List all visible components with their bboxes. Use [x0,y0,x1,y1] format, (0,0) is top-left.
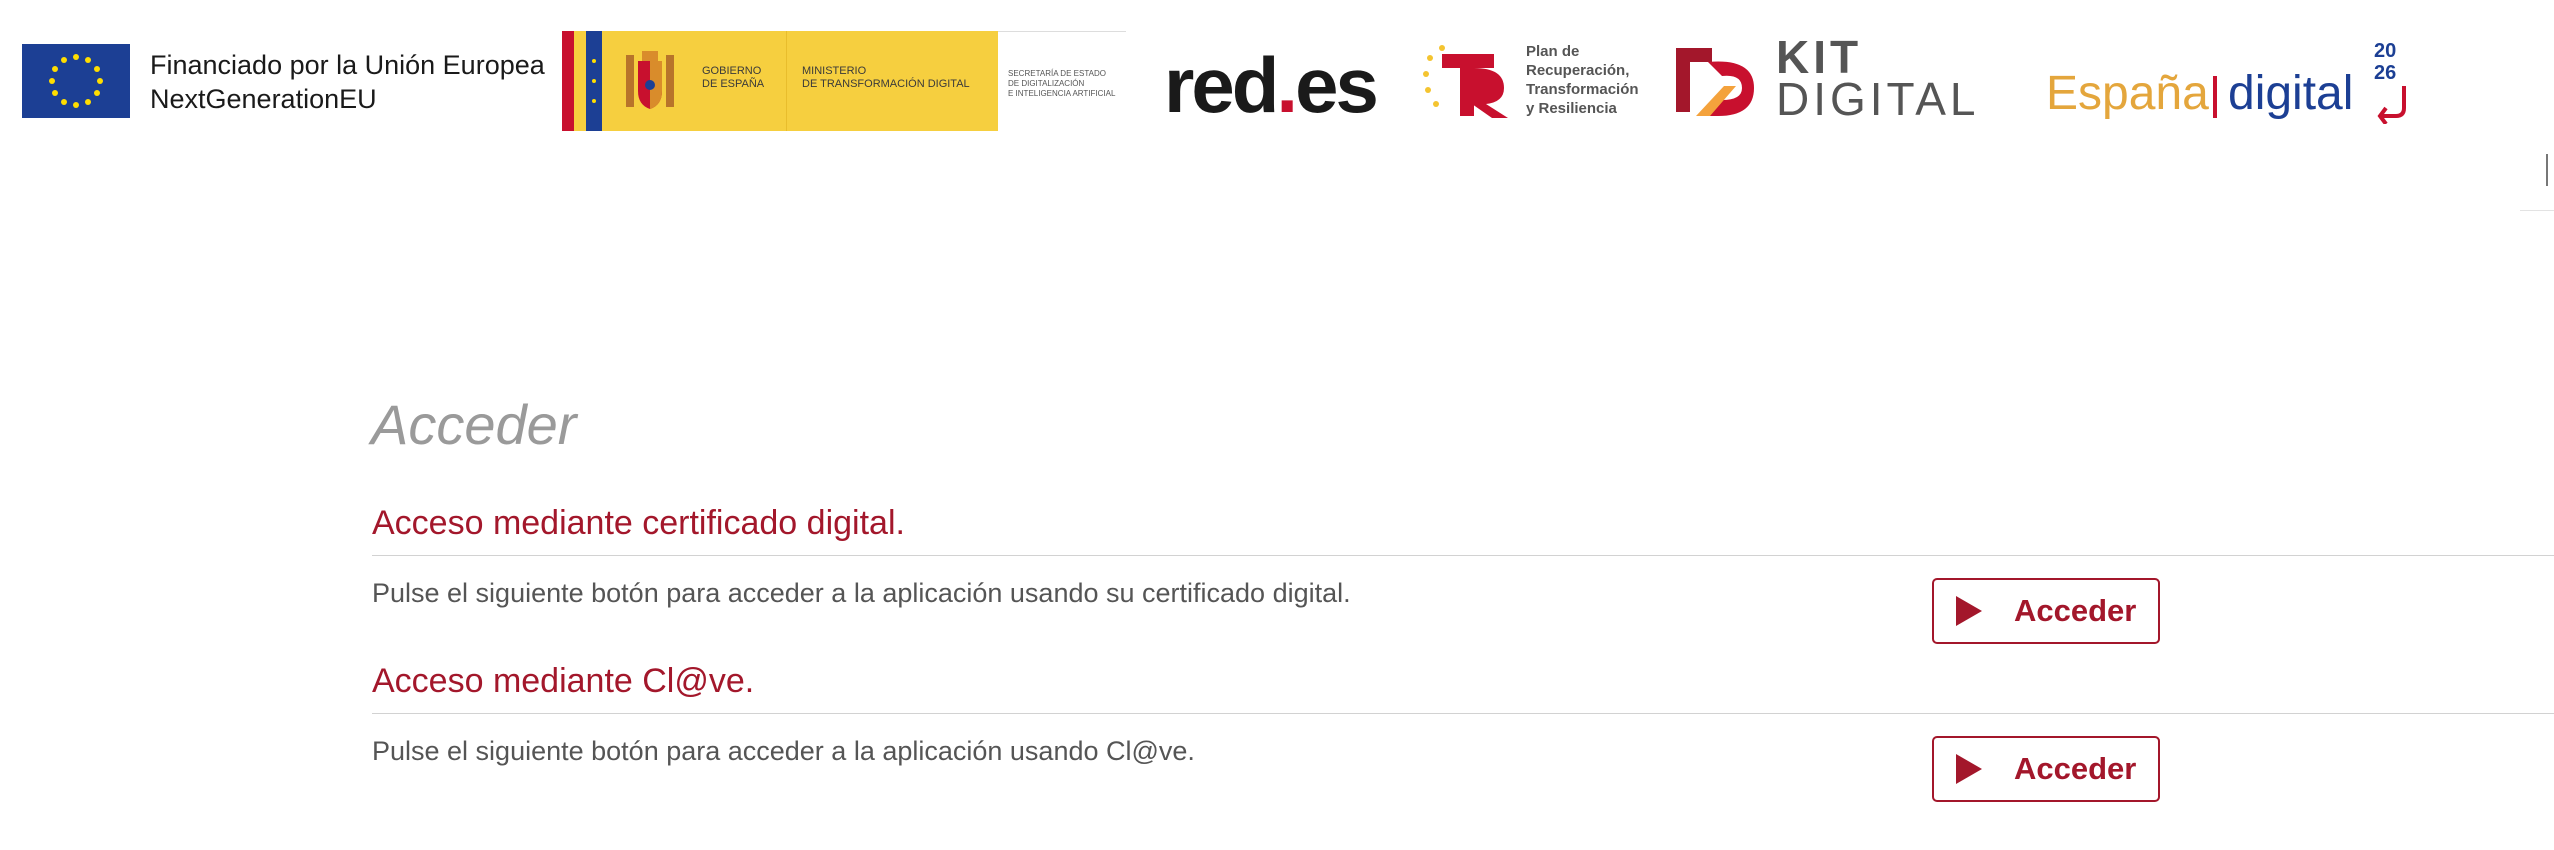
gobierno-espana-logo: GOBIERNO DE ESPAÑA MINISTERIO DE TRANSFO… [562,31,1126,132]
section-divider [372,713,2554,714]
certificate-access-button-label: Acceder [2014,593,2137,628]
return-arrow-icon [2374,84,2414,126]
gobierno-label: GOBIERNO DE ESPAÑA [702,65,765,90]
scroll-edge-mark [2546,154,2548,186]
certificate-access-description: Pulse el siguiente botón para acceder a … [372,578,1351,608]
eu-funding-line1: Financiado por la Unión Europea [150,50,545,80]
redes-logo: red.es [1164,41,1379,129]
eu-funding-line2: NextGenerationEU [150,84,377,114]
section-divider [372,555,2554,556]
eu-flag-icon [22,44,130,118]
play-triangle-icon [1956,596,1982,626]
secretaria-label: SECRETARÍA DE ESTADO DE DIGITALIZACIÓN E… [1008,69,1116,98]
coat-of-arms-icon [620,47,680,115]
clave-access-button[interactable]: Acceder [1932,736,2160,802]
eu-stars-band-icon [586,31,602,131]
digital-word: digital [2228,67,2354,120]
eu-funding-text: Financiado por la Unión Europea NextGene… [150,48,545,116]
ministerio-label: MINISTERIO DE TRANSFORMACIÓN DIGITAL [802,65,970,90]
logo-strip: Financiado por la Unión Europea NextGene… [0,0,2554,211]
certificate-access-heading: Acceso mediante certificado digital. [372,504,905,542]
espana-word: España [2046,67,2209,120]
kit-digital-logo-icon [1672,40,1764,120]
clave-access-description: Pulse el siguiente botón para acceder a … [372,736,1195,766]
year-label: 20 26 [2374,40,2397,84]
prtr-label: Plan de Recuperación, Transformación y R… [1526,43,1639,117]
prtr-logo-icon [1420,40,1525,120]
clave-access-heading: Acceso mediante Cl@ve. [372,662,755,700]
certificate-access-button[interactable]: Acceder [1932,578,2160,644]
play-triangle-icon [1956,754,1982,784]
espana-divider [2213,76,2217,118]
kit-digital-label: KIT DIGITAL [1776,31,1980,125]
page-title: Acceder [371,393,577,456]
clave-access-button-label: Acceder [2014,751,2137,786]
